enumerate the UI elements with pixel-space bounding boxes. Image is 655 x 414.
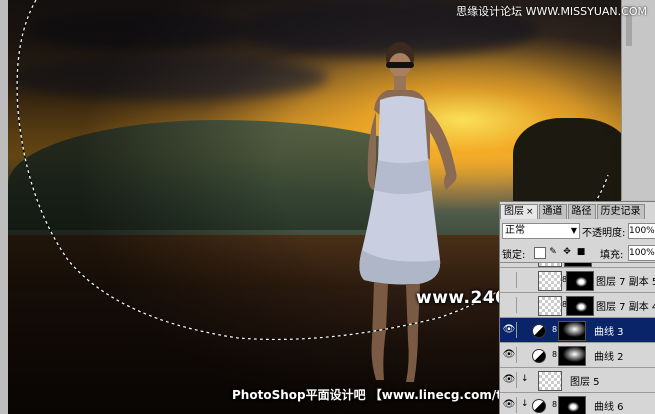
layer-mask — [558, 396, 586, 414]
clip-arrow-icon: ↓ — [521, 374, 529, 384]
chevron-down-icon: ▼ — [570, 226, 577, 235]
fill-input[interactable]: 100% — [628, 245, 655, 261]
tab-channels[interactable]: 通道 — [538, 204, 567, 219]
move-icon[interactable]: ✥ — [562, 247, 572, 257]
layer-thumbnail — [538, 263, 562, 267]
layer-thumbnail — [538, 371, 562, 391]
eye-icon[interactable] — [502, 272, 517, 288]
layer-mask — [566, 271, 594, 291]
blend-mode-value: 正常 — [505, 225, 525, 236]
opacity-label: 不透明度: — [582, 228, 626, 239]
eye-icon[interactable]: 👁 — [502, 372, 517, 388]
eye-icon[interactable]: 👁 — [502, 322, 517, 338]
layer-row-selected[interactable]: 👁 8 曲线 3 — [500, 318, 655, 343]
layer-thumbnail — [538, 296, 562, 316]
lock-label: 锁定: — [502, 250, 526, 261]
tab-layers[interactable]: 图层 × — [500, 204, 538, 219]
layer-name: 曲线 6 — [594, 402, 624, 413]
eye-icon[interactable] — [502, 297, 517, 313]
eye-icon[interactable]: 👁 — [502, 397, 517, 413]
tab-label: 历史记录 — [600, 206, 641, 217]
layer-mask — [566, 296, 594, 316]
layer-row[interactable]: 👁 ↓ 8 曲线 6 — [500, 393, 655, 414]
blend-mode-select[interactable]: 正常 ▼ — [502, 223, 580, 239]
layer-mask — [564, 263, 592, 267]
layer-mask — [558, 346, 586, 366]
layer-row[interactable]: 8 图层 7 副本 4 — [500, 293, 655, 318]
layer-mask — [558, 321, 586, 341]
opacity-input[interactable]: 100% — [628, 223, 655, 239]
layer-name: 曲线 2 — [594, 352, 624, 363]
fill-label: 填充: — [600, 250, 624, 261]
panel-tabs: 图层 × 通道 路径 历史记录 — [500, 204, 655, 219]
lock-row: 锁定: ✎ ✥ ■ 填充: 100% — [502, 245, 655, 261]
tab-history[interactable]: 历史记录 — [596, 204, 645, 219]
eye-icon[interactable]: 👁 — [502, 347, 517, 363]
adjustment-layer-icon — [532, 399, 546, 413]
layers-panel: 图层 × 通道 路径 历史记录 正常 ▼ 不透明度: 100% 锁定: ✎ ✥ ■… — [499, 201, 655, 414]
link-icon: 8 — [552, 350, 558, 359]
adjustment-layer-icon — [532, 324, 546, 338]
clip-arrow-icon: ↓ — [521, 399, 529, 409]
canvas-scrollbar[interactable] — [621, 0, 655, 200]
link-icon: 8 — [552, 325, 558, 334]
close-icon[interactable]: × — [526, 207, 534, 217]
layer-thumbnail — [538, 271, 562, 291]
tab-label: 通道 — [542, 206, 563, 217]
layers-list: 8 图层 7 副本 5 8 图层 7 副本 4 👁 8 曲线 3 👁 8 曲线 … — [500, 262, 655, 414]
lock-icon[interactable]: ■ — [576, 247, 586, 257]
layer-name: 图层 7 副本 4 — [596, 302, 655, 313]
brush-icon[interactable]: ✎ — [548, 247, 558, 257]
tab-label: 图层 — [504, 206, 524, 217]
lock-transparent-icon[interactable] — [534, 247, 546, 259]
blend-row: 正常 ▼ 不透明度: 100% — [502, 223, 655, 239]
layer-row[interactable]: 👁 8 曲线 2 — [500, 343, 655, 368]
layer-row[interactable]: 👁 ↓ 图层 5 — [500, 368, 655, 393]
layer-name: 图层 5 — [570, 377, 600, 388]
layer-name: 图层 7 副本 5 — [596, 277, 655, 288]
tab-label: 路径 — [571, 206, 592, 217]
layer-row[interactable]: 8 图层 7 副本 5 — [500, 268, 655, 293]
photoshop-workspace: 思缘设计论坛 WWW.MISSYUAN.COM www.240ps.com Ph… — [0, 0, 655, 414]
link-icon: 8 — [552, 400, 558, 409]
tab-paths[interactable]: 路径 — [567, 204, 596, 219]
layer-name: 曲线 3 — [594, 327, 624, 338]
adjustment-layer-icon — [532, 349, 546, 363]
watermark-top: 思缘设计论坛 WWW.MISSYUAN.COM — [456, 5, 647, 18]
